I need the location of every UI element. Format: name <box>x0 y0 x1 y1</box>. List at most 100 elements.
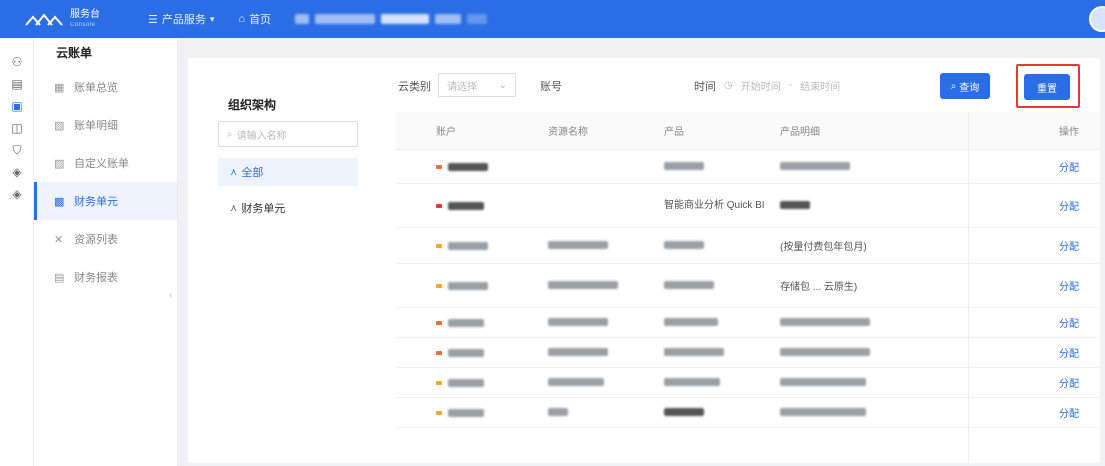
report-icon: ▤ <box>54 271 65 284</box>
bill-icon[interactable]: ▤ <box>0 74 34 94</box>
sidebar-item-finance-unit[interactable]: ▩ 财务单元 <box>34 182 177 220</box>
bill-table: 账户 资源名称 产品 产品明细 操作 分配 智能商业分析 Quick BI 分配… <box>396 112 1100 428</box>
account-type-icon <box>436 164 442 169</box>
reset-button-label: 重置 <box>1037 83 1057 95</box>
header-resource-name: 资源名称 <box>548 127 588 138</box>
assign-link[interactable]: 分配 <box>1059 282 1079 293</box>
assign-link[interactable]: 分配 <box>1059 379 1079 390</box>
sidebar: 云账单 ▦ 账单总览 ▧ 账单明细 ▨ 自定义账单 ▩ 财务单元 ✕ 资源列表 … <box>34 38 178 466</box>
cloud-type-label: 云类别 <box>398 81 431 93</box>
account-type-icon <box>436 283 442 288</box>
chevron-down-icon: ▾ <box>209 13 215 24</box>
org-node-finance-unit[interactable]: ⋏ 财务单元 <box>218 194 358 222</box>
header-actions: 操作 <box>1059 127 1079 138</box>
assign-link[interactable]: 分配 <box>1059 163 1079 174</box>
sidebar-item-label: 财务单元 <box>74 196 118 208</box>
layers-icon[interactable]: ◈ <box>0 162 34 182</box>
product-detail-cell: (按量付费包年包月) <box>780 242 867 253</box>
account-type-icon <box>436 320 442 325</box>
header-product-detail: 产品明细 <box>780 127 820 138</box>
table-row: 分配 <box>396 398 1100 428</box>
org-node-label: 财务单元 <box>241 203 286 215</box>
monitor-icon[interactable]: ◫ <box>0 118 34 138</box>
reset-button[interactable]: 重置 <box>1024 74 1070 100</box>
assign-link[interactable]: 分配 <box>1059 242 1079 253</box>
start-time-placeholder: 开始时间 <box>740 81 781 93</box>
table-row: 智能商业分析 Quick BI 分配 <box>396 184 1100 228</box>
nav-home[interactable]: ⌂ 首页 <box>238 11 271 27</box>
sidebar-item-label: 账单总览 <box>74 82 118 94</box>
sidebar-item-bill-overview[interactable]: ▦ 账单总览 <box>34 68 177 106</box>
calendar-icon: ◷ <box>724 79 733 91</box>
icon-rail: ⚇ ▤ ▣ ◫ ⛉ ◈ ◈ <box>0 38 34 466</box>
cloud-type-select[interactable]: 请选择 ⌄ <box>438 73 516 97</box>
table-row: (按量付费包年包月) 分配 <box>396 228 1100 264</box>
table-row: 存储包 ... 云原生) 分配 <box>396 264 1100 308</box>
sidebar-item-label: 账单明细 <box>74 120 118 132</box>
top-navbar: 服务台 Console ☰ 产品服务 ▾ ⌂ 首页 <box>0 0 1105 38</box>
org-node-all[interactable]: ⋏ 全部 <box>218 158 358 186</box>
account-input[interactable] <box>564 73 674 97</box>
date-separator: - <box>788 79 793 91</box>
users-icon[interactable]: ⚇ <box>0 52 34 72</box>
sidebar-item-resource-list[interactable]: ✕ 资源列表 <box>34 220 177 258</box>
nav-products-label: 产品服务 <box>161 14 206 26</box>
org-search-placeholder: 请输入名称 <box>236 130 287 142</box>
shield-icon[interactable]: ⛉ <box>0 140 34 160</box>
account-type-icon <box>436 350 442 355</box>
custom-icon: ▨ <box>54 157 65 170</box>
nav-home-label: 首页 <box>249 14 272 26</box>
account-type-icon <box>436 410 442 415</box>
search-icon: ⌕ <box>227 128 233 140</box>
query-button[interactable]: ⌕ 查询 <box>940 73 990 99</box>
account-type-icon <box>436 243 442 248</box>
logo-mark-icon <box>25 13 63 26</box>
org-search-input[interactable]: ⌕ 请输入名称 <box>218 121 358 147</box>
avatar[interactable] <box>1089 6 1105 32</box>
assign-link[interactable]: 分配 <box>1059 409 1079 420</box>
date-range-picker[interactable]: ◷ 开始时间 - 结束时间 <box>724 73 924 97</box>
tree-node-icon: ⋏ <box>230 166 238 178</box>
main-card: 组织架构 ⌕ 请输入名称 ⋏ 全部 ⋏ 财务单元 云类别 请选择 ⌄ 账号 时间… <box>188 58 1100 463</box>
sidebar-title: 云账单 <box>56 46 93 60</box>
list-icon: ▦ <box>54 81 65 94</box>
sidebar-item-label: 财务报表 <box>74 272 118 284</box>
table-row: 分配 <box>396 368 1100 398</box>
assign-link[interactable]: 分配 <box>1059 319 1079 330</box>
nav-products[interactable]: ☰ 产品服务 ▾ <box>148 11 214 27</box>
table-row: 分配 <box>396 308 1100 338</box>
account-type-icon <box>436 380 442 385</box>
chevron-down-icon: ⌄ <box>498 79 507 91</box>
org-node-label: 全部 <box>241 167 264 179</box>
assign-link[interactable]: 分配 <box>1059 349 1079 360</box>
table-row: 分配 <box>396 150 1100 184</box>
nav-redacted <box>295 14 488 24</box>
search-icon: ⌕ <box>950 80 957 92</box>
table-row: 分配 <box>396 338 1100 368</box>
product-detail-cell: 存储包 ... 云原生) <box>780 282 858 293</box>
org-title: 组织架构 <box>228 98 277 112</box>
sidebar-item-bill-detail[interactable]: ▧ 账单明细 <box>34 106 177 144</box>
header-product: 产品 <box>664 127 684 138</box>
sidebar-item-label: 自定义账单 <box>74 158 129 170</box>
end-time-placeholder: 结束时间 <box>800 81 841 93</box>
query-button-label: 查询 <box>959 82 980 94</box>
sidebar-item-custom-bill[interactable]: ▨ 自定义账单 <box>34 144 177 182</box>
account-type-icon <box>436 203 442 208</box>
detail-icon: ▧ <box>54 119 65 132</box>
sidebar-item-label: 资源列表 <box>74 234 118 246</box>
tree-node-icon: ⋏ <box>230 202 238 214</box>
product-cell: 智能商业分析 Quick BI <box>664 199 765 211</box>
account-label: 账号 <box>540 81 562 93</box>
assign-link[interactable]: 分配 <box>1059 202 1079 213</box>
actions-column-divider <box>968 112 969 463</box>
resource-icon: ✕ <box>54 233 64 246</box>
stack-icon[interactable]: ◈ <box>0 184 34 204</box>
logo[interactable]: 服务台 Console <box>24 10 124 28</box>
sidebar-item-finance-report[interactable]: ▤ 财务报表 <box>34 258 177 296</box>
document-icon[interactable]: ▣ <box>0 96 34 116</box>
finance-unit-icon: ▩ <box>54 195 65 208</box>
chevron-left-icon[interactable]: ‹ <box>169 290 181 302</box>
logo-title: 服务台 <box>70 9 100 20</box>
header-account: 账户 <box>436 127 456 138</box>
